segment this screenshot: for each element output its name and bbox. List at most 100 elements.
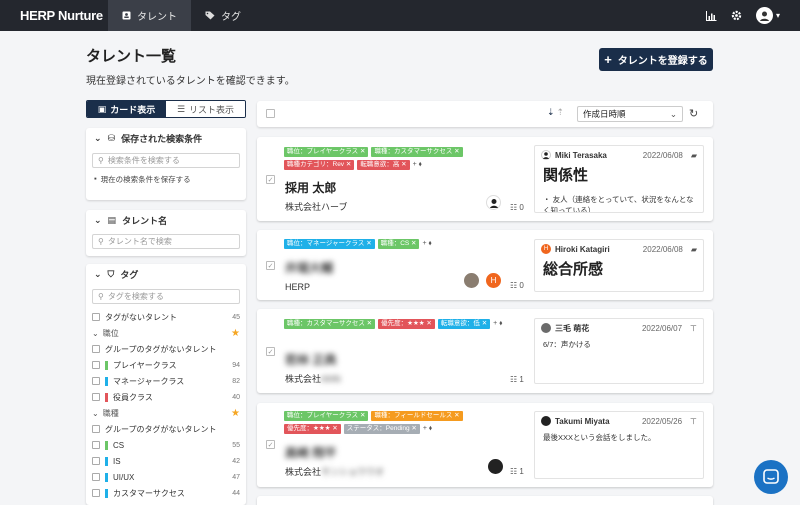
user-menu[interactable]: ▾	[755, 7, 780, 24]
list-view-button[interactable]: ☰ リスト表示	[166, 101, 245, 117]
memo-header: Miki Terasaka 2022/06/08 ▰	[535, 146, 703, 164]
talent-name-panel: ⌄ ▤ タレント名 ⚲ タレント名で検索	[86, 210, 246, 256]
tag-filter-group-none[interactable]: グループのタグがないタレント	[86, 421, 246, 437]
sort-desc-icon[interactable]: ⇣	[547, 107, 555, 118]
tag-color-bar	[105, 456, 108, 466]
sort-order-toggle[interactable]: ⇣ ⇡	[547, 107, 564, 118]
saved-search-input[interactable]: ⚲ 検索条件を検索する	[92, 153, 240, 168]
checkbox[interactable]	[92, 377, 100, 385]
pin-icon[interactable]: ⊤	[690, 417, 697, 426]
tag-filter-label: 役員クラス	[113, 392, 153, 402]
tag-chip-label: 職種：フィールドセールス	[374, 412, 453, 419]
user-avatar	[755, 7, 773, 24]
talent-card[interactable]: ✓ 職位：プレイヤークラス ✕ 職種：フィールドセールス ✕ 優先度：★★★ ✕…	[257, 403, 713, 487]
tag-chip[interactable]: 職位：マネージャークラス ✕	[284, 239, 375, 249]
checkbox[interactable]	[92, 489, 100, 497]
talent-name[interactable]: 採用 太郎	[285, 179, 336, 196]
register-talent-button[interactable]: + タレントを登録する	[599, 48, 713, 71]
memo-card[interactable]: 三毛 萌花 2022/06/07 ⊤ 6/7：声かける	[534, 318, 704, 384]
pin-icon[interactable]: ⊤	[690, 324, 697, 333]
tag-filter-item[interactable]: IS 42	[86, 453, 246, 469]
talent-card[interactable]: ✓ 職位：マネージャークラス ✕ 職種：CS ✕ + ⬧ 井堀大輔 HERP H…	[257, 230, 713, 300]
tag-filter-untagged[interactable]: タグがないタレント 45	[86, 309, 246, 325]
tag-filter-label: IS	[113, 456, 121, 466]
tags-header[interactable]: ⌄ ⛉ タグ	[86, 264, 246, 284]
tag-chip[interactable]: 職位：プレイヤークラス ✕	[284, 411, 369, 421]
tag-filter-item[interactable]: UI/UX 47	[86, 469, 246, 485]
chevron-down-icon: ⌄	[92, 328, 99, 338]
checkbox[interactable]	[92, 441, 100, 449]
checkbox[interactable]	[92, 457, 100, 465]
checkbox[interactable]	[92, 393, 100, 401]
memo-card[interactable]: Takumi Miyata 2022/05/26 ⊤ 最後XXXという会話をしました…	[534, 411, 704, 479]
checkbox[interactable]	[92, 425, 100, 433]
talent-name-header[interactable]: ⌄ ▤ タレント名	[86, 210, 246, 230]
saved-search-header[interactable]: ⌄ ⛁ 保存された検索条件	[86, 128, 246, 148]
add-tag-button[interactable]: + ⬧	[423, 424, 432, 434]
tag-chip[interactable]: ステータス：Pending ✕	[343, 424, 420, 434]
tag-filter-item[interactable]: カスタマーサクセス 44	[86, 485, 246, 501]
memo-header: H Hiroki Katagiri 2022/06/08 ▰	[535, 240, 703, 258]
card-checkbox[interactable]: ✓	[266, 440, 275, 449]
tag-chip-label: 職位：マネージャークラス	[287, 240, 365, 247]
add-tag-button[interactable]: + ⬧	[493, 319, 502, 329]
tag-chip[interactable]: 職種：フィールドセールス ✕	[371, 411, 463, 421]
save-current-search-button[interactable]: ▪ 現在の検索条件を保存する	[86, 168, 246, 191]
tag-chip[interactable]: 優先度：★★★ ✕	[378, 319, 435, 329]
talent-name[interactable]: 若林 正典	[285, 351, 336, 368]
talent-card[interactable]	[257, 496, 713, 505]
star-icon[interactable]: ★	[231, 328, 240, 339]
tag-chip[interactable]: 職種：CS ✕	[377, 239, 420, 249]
add-tag-button[interactable]: + ⬧	[413, 160, 422, 170]
memo-date: 2022/06/08	[642, 150, 683, 160]
tag-filter-label: マネージャークラス	[113, 376, 185, 386]
gear-icon[interactable]	[731, 10, 742, 21]
talent-name-input[interactable]: ⚲ タレント名で検索	[92, 234, 240, 249]
star-icon[interactable]: ★	[231, 408, 240, 419]
talent-card[interactable]: ✓ 職位：プレイヤークラス ✕ 職種：カスタマーサクセス ✕ 職種カテゴリ：Re…	[257, 137, 713, 221]
task-list-icon: ☷	[510, 203, 518, 212]
talent-name[interactable]: 井堀大輔	[285, 259, 333, 276]
checkbox[interactable]	[92, 345, 100, 353]
card-checkbox[interactable]: ✓	[266, 261, 275, 270]
tag-chip[interactable]: 職種カテゴリ：Rev ✕	[284, 160, 355, 170]
tag-count: 40	[232, 393, 240, 401]
checkbox[interactable]	[92, 473, 100, 481]
tag-group-header[interactable]: ⌄ 職種 ★	[86, 405, 246, 421]
brand-logo[interactable]: HERP Nurture	[0, 8, 108, 23]
chat-support-button[interactable]	[754, 460, 788, 494]
tag-chip[interactable]: 職位：プレイヤークラス ✕	[284, 147, 369, 157]
tag-filter-item[interactable]: CS 55	[86, 437, 246, 453]
select-all-checkbox[interactable]	[266, 109, 275, 118]
checkbox[interactable]	[92, 313, 100, 321]
sort-asc-icon[interactable]: ⇡	[557, 107, 565, 118]
nav-tab-tag[interactable]: タグ	[191, 0, 255, 31]
checkbox[interactable]	[92, 361, 100, 369]
tag-filter-item[interactable]: プレイヤークラス 94	[86, 357, 246, 373]
memo-card[interactable]: H Hiroki Katagiri 2022/06/08 ▰ 総合所感	[534, 239, 704, 292]
memo-card[interactable]: Miki Terasaka 2022/06/08 ▰ 関係性 ・ 友人（連絡をとって…	[534, 145, 704, 213]
tag-filter-item[interactable]: マネージャークラス 82	[86, 373, 246, 389]
nav-tab-talent[interactable]: タレント	[108, 0, 191, 31]
talent-name-title: タレント名	[122, 215, 168, 226]
bookmark-icon: ⛁	[107, 132, 116, 143]
tag-chip[interactable]: 優先度：★★★ ✕	[284, 424, 341, 434]
analytics-icon[interactable]	[705, 10, 717, 21]
tag-chip[interactable]: 転職意欲：低 ✕	[437, 319, 491, 329]
add-tag-button[interactable]: + ⬧	[422, 239, 431, 249]
tag-search-input[interactable]: ⚲ タグを検索する	[92, 289, 240, 304]
card-view-button[interactable]: ▣ カード表示	[87, 101, 166, 117]
card-checkbox[interactable]: ✓	[266, 175, 275, 184]
talent-name[interactable]: 高崎 翔平	[285, 444, 336, 461]
card-tags: 職位：プレイヤークラス ✕ 職種：フィールドセールス ✕ 優先度：★★★ ✕ ス…	[284, 411, 484, 434]
card-checkbox[interactable]: ✓	[266, 347, 275, 356]
sort-select[interactable]: 作成日時順 ⌄	[577, 106, 683, 122]
tag-filter-item[interactable]: 役員クラス 40	[86, 389, 246, 405]
tag-group-header[interactable]: ⌄ 職位 ★	[86, 325, 246, 341]
tag-chip[interactable]: 職種：カスタマーサクセス ✕	[371, 147, 463, 157]
tag-filter-group-none[interactable]: グループのタグがないタレント	[86, 341, 246, 357]
refresh-icon[interactable]: ↻	[689, 107, 698, 120]
tag-chip[interactable]: 職種：カスタマーサクセス ✕	[284, 319, 376, 329]
talent-card[interactable]: ✓ 職種：カスタマーサクセス ✕ 優先度：★★★ ✕ 転職意欲：低 ✕ + ⬧ …	[257, 309, 713, 393]
tag-chip[interactable]: 転職意欲：高 ✕	[357, 160, 410, 170]
